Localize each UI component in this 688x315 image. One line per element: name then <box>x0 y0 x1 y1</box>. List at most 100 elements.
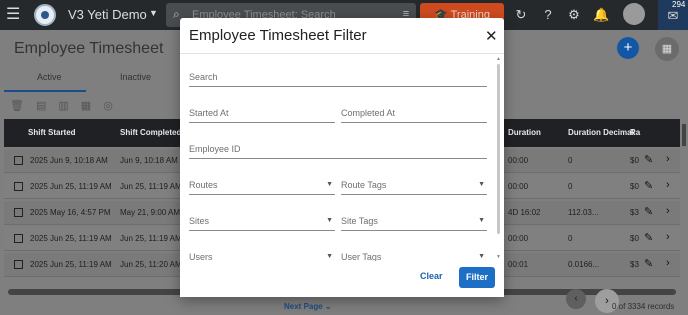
completed-at-label: Completed At <box>341 108 396 118</box>
cell-duration-decimal: 0.0166... <box>568 260 600 269</box>
caret-down-icon: ▼ <box>478 253 485 260</box>
cell-duration: 00:00 <box>508 234 529 243</box>
document-settings-icon[interactable]: ▥ <box>58 100 80 112</box>
active-tab-indicator <box>4 90 86 92</box>
started-at-field[interactable]: Started At <box>189 105 335 123</box>
dialog-divider <box>180 53 504 54</box>
site-tags-select[interactable]: Site Tags ▼ <box>341 213 487 231</box>
add-button[interactable]: + <box>617 37 639 59</box>
cell-completed: Jun 25, 11:19 AM <box>120 234 182 243</box>
help-icon[interactable]: ? <box>540 7 556 22</box>
column-header[interactable]: Ra <box>630 128 640 137</box>
route-tags-select[interactable]: Route Tags ▼ <box>341 177 487 195</box>
edit-icon[interactable]: ✎ <box>644 179 653 192</box>
scroll-up-icon[interactable]: ▲ <box>496 56 501 62</box>
bell-icon[interactable]: 🔔 <box>593 7 609 23</box>
cell-completed: Jun 9, 10:18 AM <box>120 156 178 165</box>
chevron-right-icon[interactable]: › <box>666 257 670 269</box>
cell-rate: $0 <box>630 156 639 165</box>
filter-dialog: Employee Timesheet Filter ✕ Search Start… <box>180 18 504 297</box>
cell-started: 2025 Jun 9, 10:18 AM <box>30 156 108 165</box>
tab-bar: Active Inactive <box>4 66 178 90</box>
cell-duration-decimal: 0 <box>568 156 573 165</box>
app-title[interactable]: V3 Yeti Demo <box>68 7 147 22</box>
cell-rate: $0 <box>630 182 639 191</box>
routes-select[interactable]: Routes ▼ <box>189 177 335 195</box>
employee-id-label: Employee ID <box>189 144 241 154</box>
avatar[interactable] <box>623 3 645 25</box>
row-checkbox[interactable] <box>14 260 23 269</box>
column-header[interactable]: Duration <box>508 128 541 137</box>
chevron-down-icon[interactable]: ▼ <box>149 8 158 18</box>
screen: ☰ V3 Yeti Demo ▼ ⌕ Employee Timesheet: S… <box>0 0 688 315</box>
cell-rate: $0 <box>630 234 639 243</box>
cell-started: 2025 May 16, 4:57 PM <box>30 208 111 217</box>
routes-label: Routes <box>189 180 218 190</box>
close-icon[interactable]: ✕ <box>485 27 498 45</box>
row-checkbox[interactable] <box>14 156 23 165</box>
column-header[interactable]: Duration Decimal <box>568 128 634 137</box>
sites-select[interactable]: Sites ▼ <box>189 213 335 231</box>
route-tags-label: Route Tags <box>341 180 387 190</box>
cell-rate: $3 <box>630 260 639 269</box>
notification-badge: 294 <box>672 0 686 9</box>
chevron-right-icon[interactable]: › <box>666 205 670 217</box>
next-page-label: Next Page <box>284 302 323 311</box>
cell-duration: 00:00 <box>508 182 529 191</box>
user-tags-label: User Tags <box>341 252 382 261</box>
previous-page-button[interactable]: ‹ <box>566 289 586 309</box>
edit-icon[interactable]: ✎ <box>644 153 653 166</box>
edit-icon[interactable]: ✎ <box>644 231 653 244</box>
cell-duration: 4D 16:02 <box>508 208 541 217</box>
chat-icon: ✉ <box>667 8 679 23</box>
tab-inactive[interactable]: Inactive <box>120 72 151 82</box>
page-title: Employee Timesheet <box>14 40 164 57</box>
edit-icon[interactable]: ✎ <box>644 205 653 218</box>
search-icon: ⌕ <box>173 7 180 21</box>
cell-duration: 00:01 <box>508 260 529 269</box>
columns-icon[interactable]: ▦ <box>81 100 103 112</box>
search-field[interactable]: Search <box>189 69 487 87</box>
dialog-scrollbar[interactable] <box>497 64 500 234</box>
caret-down-icon: ▼ <box>478 217 485 224</box>
cell-rate: $3 <box>630 208 639 217</box>
cell-started: 2025 Jun 25, 11:19 AM <box>30 182 112 191</box>
trash-icon[interactable]: 🗑 <box>10 100 36 112</box>
caret-down-icon: ▼ <box>326 217 333 224</box>
employee-id-field[interactable]: Employee ID <box>189 141 487 159</box>
next-page-link[interactable]: Next Page ⌄ <box>284 302 332 311</box>
filter-button[interactable]: Filter <box>459 267 495 288</box>
cell-duration-decimal: 112.03... <box>568 208 599 217</box>
row-checkbox[interactable] <box>14 208 23 217</box>
chevron-right-icon[interactable]: › <box>666 153 670 165</box>
history-icon[interactable]: ◎ <box>103 100 125 112</box>
table-vertical-scrollbar[interactable] <box>682 124 686 146</box>
users-label: Users <box>189 252 213 261</box>
site-tags-label: Site Tags <box>341 216 378 226</box>
cell-duration: 00:00 <box>508 156 529 165</box>
cell-duration-decimal: 0 <box>568 182 573 191</box>
cell-completed: Jun 25, 11:19 AM <box>120 182 182 191</box>
dialog-footer: Clear Filter <box>180 261 504 297</box>
export-button[interactable]: ▦ <box>655 37 679 61</box>
tab-active[interactable]: Active <box>37 72 62 82</box>
column-header[interactable]: Shift Started <box>28 128 76 137</box>
records-count: 0 of 3334 records <box>612 302 675 311</box>
gear-icon[interactable]: ⚙ <box>566 7 582 23</box>
column-header[interactable]: Shift Completed <box>120 128 181 137</box>
users-select[interactable]: Users ▼ <box>189 249 335 261</box>
user-tags-select[interactable]: User Tags ▼ <box>341 249 487 261</box>
table-toolbar: 🗑▤▥▦◎ <box>10 99 125 112</box>
refresh-icon[interactable]: ↻ <box>513 7 529 23</box>
row-checkbox[interactable] <box>14 182 23 191</box>
chevron-right-icon[interactable]: › <box>666 179 670 191</box>
cell-started: 2025 Jun 25, 11:19 AM <box>30 260 112 269</box>
menu-icon[interactable]: ☰ <box>6 6 20 24</box>
document-icon[interactable]: ▤ <box>36 100 58 112</box>
edit-icon[interactable]: ✎ <box>644 257 653 270</box>
scroll-down-icon[interactable]: ▼ <box>496 254 501 260</box>
chevron-right-icon[interactable]: › <box>666 231 670 243</box>
completed-at-field[interactable]: Completed At <box>341 105 487 123</box>
clear-button[interactable]: Clear <box>420 271 443 281</box>
row-checkbox[interactable] <box>14 234 23 243</box>
